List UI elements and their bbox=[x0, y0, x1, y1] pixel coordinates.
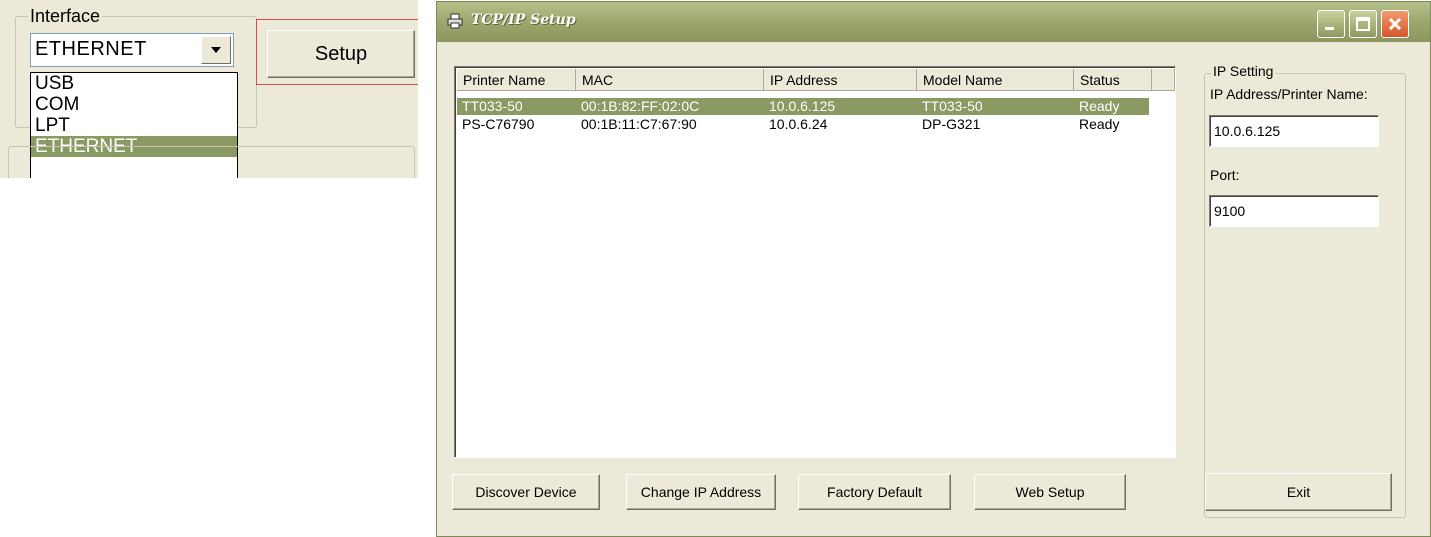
cell-ip-address: 10.0.6.24 bbox=[769, 116, 828, 132]
ip-address-field[interactable]: 10.0.6.125 bbox=[1209, 115, 1379, 147]
ip-address-label: IP Address/Printer Name: bbox=[1210, 86, 1368, 102]
title-bar[interactable]: TCP/IP Setup bbox=[437, 2, 1430, 42]
cell-printer-name: TT033-50 bbox=[462, 98, 523, 114]
interface-option-com[interactable]: COM bbox=[31, 94, 237, 115]
port-field[interactable]: 9100 bbox=[1209, 195, 1379, 227]
column-header-mac[interactable]: MAC bbox=[576, 69, 764, 91]
column-header-status[interactable]: Status bbox=[1074, 69, 1152, 91]
web-setup-button[interactable]: Web Setup bbox=[974, 474, 1126, 510]
minimize-button[interactable] bbox=[1317, 10, 1345, 38]
interface-panel: Interface ETHERNET USB COM LPT ETHERNET … bbox=[0, 0, 418, 178]
cell-ip-address: 10.0.6.125 bbox=[769, 98, 836, 114]
change-ip-address-button[interactable]: Change IP Address bbox=[626, 474, 776, 510]
table-row[interactable]: TT033-50 00:1B:82:FF:02:0C 10.0.6.125 TT… bbox=[457, 98, 1149, 115]
column-header-printer-name[interactable]: Printer Name bbox=[457, 69, 576, 91]
port-label: Port: bbox=[1210, 167, 1240, 183]
close-icon bbox=[1388, 17, 1402, 31]
table-row[interactable]: PS-C76790 00:1B:11:C7:67:90 10.0.6.24 DP… bbox=[457, 116, 1149, 133]
dialog-title: TCP/IP Setup bbox=[471, 12, 576, 28]
discover-device-button[interactable]: Discover Device bbox=[452, 474, 600, 510]
maximize-icon bbox=[1356, 17, 1370, 31]
cell-status: Ready bbox=[1079, 116, 1120, 132]
interface-option-lpt[interactable]: LPT bbox=[31, 115, 237, 136]
tcpip-setup-dialog: TCP/IP Setup Printer Name MAC IP Address… bbox=[436, 1, 1431, 537]
interface-dropdown-value: ETHERNET bbox=[35, 38, 147, 60]
printer-list[interactable]: Printer Name MAC IP Address Model Name S… bbox=[454, 66, 1176, 458]
printer-icon bbox=[447, 13, 463, 29]
column-header-filler bbox=[1152, 69, 1175, 91]
cell-status: Ready bbox=[1079, 98, 1120, 114]
close-button[interactable] bbox=[1381, 10, 1409, 38]
column-header-ip-address[interactable]: IP Address bbox=[764, 69, 917, 91]
cell-model-name: DP-G321 bbox=[922, 116, 981, 132]
factory-default-button[interactable]: Factory Default bbox=[798, 474, 951, 510]
cell-printer-name: PS-C76790 bbox=[462, 116, 535, 132]
lower-group-box bbox=[8, 146, 415, 178]
list-header: Printer Name MAC IP Address Model Name S… bbox=[457, 69, 1175, 91]
chevron-down-icon[interactable] bbox=[201, 36, 231, 64]
setup-highlight-box bbox=[256, 19, 418, 85]
column-header-model-name[interactable]: Model Name bbox=[917, 69, 1074, 91]
ip-setting-legend: IP Setting bbox=[1211, 63, 1276, 79]
cell-mac: 00:1B:11:C7:67:90 bbox=[581, 116, 697, 132]
interface-legend: Interface bbox=[28, 6, 103, 27]
exit-button[interactable]: Exit bbox=[1205, 473, 1392, 511]
cell-mac: 00:1B:82:FF:02:0C bbox=[581, 98, 700, 114]
minimize-icon bbox=[1325, 27, 1334, 30]
interface-dropdown[interactable]: ETHERNET bbox=[30, 33, 234, 67]
cell-model-name: TT033-50 bbox=[922, 98, 983, 114]
maximize-button[interactable] bbox=[1349, 10, 1377, 38]
interface-option-usb[interactable]: USB bbox=[31, 73, 237, 94]
